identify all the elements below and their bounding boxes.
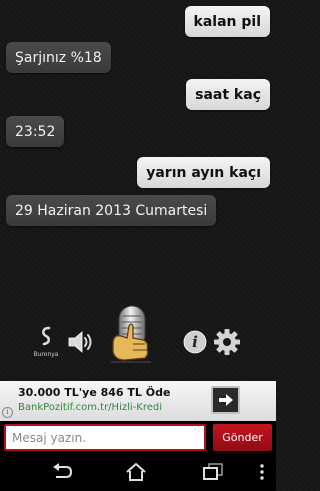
bot-message-text: 29 Haziran 2013 Cumartesi — [15, 202, 208, 219]
bot-message-text: 23:52 — [15, 123, 56, 140]
ad-info-icon[interactable]: i — [2, 407, 13, 418]
microphone-thumbs-up-icon[interactable] — [105, 304, 157, 374]
recent-apps-icon[interactable] — [203, 463, 223, 485]
svg-text:i: i — [192, 333, 198, 351]
back-icon[interactable] — [50, 463, 74, 485]
control-strip: Buronya i — [0, 300, 276, 380]
brand-label: Buronya — [33, 351, 59, 358]
arrow-right-icon — [218, 394, 233, 406]
info-icon[interactable]: i — [183, 330, 207, 358]
buronya-logo-icon[interactable]: Buronya — [33, 326, 59, 358]
send-button[interactable]: Gönder — [213, 424, 272, 451]
bot-message-bubble: 23:52 — [6, 116, 65, 147]
system-navigation-bar — [0, 454, 276, 491]
user-message-bubble: saat kaç — [186, 79, 270, 110]
composer-bar: Gönder — [0, 421, 276, 454]
ad-url[interactable]: BankPozitif.com.tr/Hizli-Kredi — [18, 402, 162, 413]
home-icon[interactable] — [125, 462, 147, 485]
user-message-text: kalan pil — [193, 13, 261, 30]
message-input[interactable] — [4, 424, 206, 451]
speaker-icon[interactable] — [67, 330, 95, 358]
ad-title[interactable]: 30.000 TL'ye 846 TL Öde — [18, 386, 170, 399]
user-message-text: yarın ayın kaçı — [146, 164, 261, 181]
user-message-bubble: kalan pil — [184, 6, 270, 37]
user-message-bubble: yarın ayın kaçı — [137, 157, 270, 188]
bot-message-bubble: Şarjınız %18 — [6, 42, 111, 73]
overflow-menu-icon[interactable] — [259, 463, 265, 485]
bot-message-text: Şarjınız %18 — [15, 49, 102, 66]
ad-arrow-button[interactable] — [211, 386, 240, 414]
gear-icon[interactable] — [213, 328, 241, 360]
user-message-text: saat kaç — [195, 86, 261, 103]
bot-message-bubble: 29 Haziran 2013 Cumartesi — [6, 195, 217, 226]
ad-banner[interactable]: i 30.000 TL'ye 846 TL Öde BankPozitif.co… — [0, 381, 276, 421]
